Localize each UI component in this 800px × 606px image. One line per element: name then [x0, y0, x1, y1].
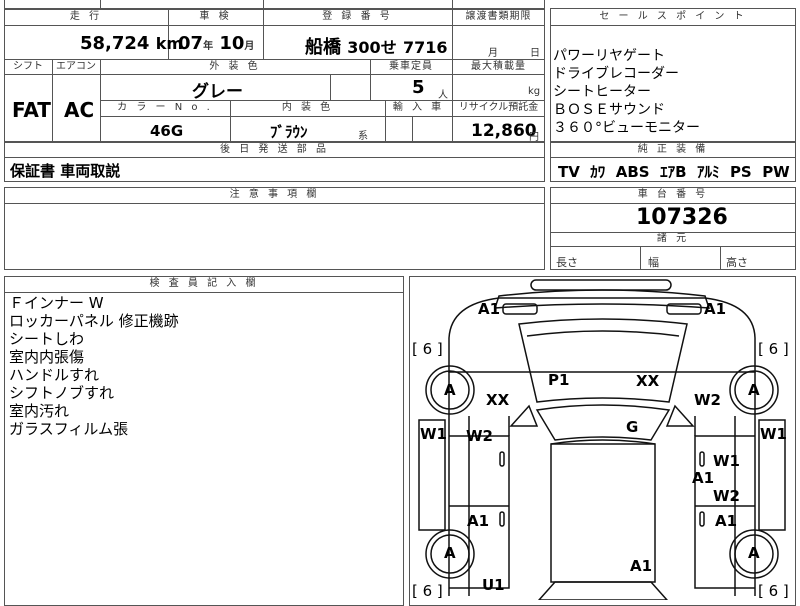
mileage-header: 走 行 [69, 11, 103, 22]
mark-a1-rd2: A1 [715, 512, 738, 530]
dimensions-header: 諸 元 [656, 233, 690, 244]
aircon-header: エアコン [56, 61, 96, 72]
transfer-month-unit: 月 [488, 48, 498, 59]
top-clipped-strip [4, 0, 545, 10]
inspection-value: 07年 10月 [178, 33, 255, 54]
sales-points-header: セ ー ル ス ポ イ ン ト [599, 11, 747, 22]
max-load-header: 最大積載量 [471, 61, 526, 72]
tire-label-rr: [ 6 ] [758, 582, 789, 600]
note-line: シフトノブすれ [9, 384, 115, 402]
mark-w1-left: W1 [420, 425, 447, 443]
note-line: 室内汚れ [9, 402, 70, 420]
wheel-mark-fl: A [444, 381, 456, 399]
equip-item: TV [558, 163, 580, 181]
transfer-day-unit: 日 [530, 48, 540, 59]
registration-value: 船橋 300せ 7716 [305, 37, 448, 58]
note-line: 室内内張傷 [9, 348, 85, 366]
tire-label-fl: [ 6 ] [412, 340, 443, 358]
mark-xx-left: XX [486, 391, 510, 409]
later-parts-header: 後 日 発 送 部 品 [220, 144, 329, 155]
sales-points-list: パワーリヤゲート ドライブレコーダー シートヒーター ＢＯＳＥサウンド ３６０°… [553, 47, 700, 137]
recycle-header: リサイクル預託金 [458, 102, 539, 113]
note-line: ハンドルすれ [9, 366, 100, 384]
max-load-unit: kg [528, 86, 541, 97]
equip-item: ｶﾜ [590, 163, 606, 181]
inspection-header: 車 検 [199, 11, 232, 22]
color-no-header: カ ラ ー N o . [117, 102, 213, 113]
equipment-header: 純 正 装 備 [637, 144, 709, 155]
aircon-value: AC [64, 98, 95, 122]
chassis-header: 車 台 番 号 [637, 189, 709, 200]
note-line: ガラスフィルム張 [9, 420, 129, 438]
equip-item: ｴｱB [660, 163, 687, 181]
wheel-mark-rl: A [444, 544, 456, 562]
color-no-value: 46G [150, 122, 184, 140]
sales-point: パワーリヤゲート [553, 48, 665, 64]
later-parts-value: 保証書 車両取説 [10, 162, 121, 180]
mark-a1-rd: A1 [692, 469, 715, 487]
interior-color-suffix: 系 [358, 131, 368, 142]
sales-point: ３６０°ビューモニター [553, 120, 700, 136]
dim-height: 高さ [726, 256, 748, 269]
tire-label-rl: [ 6 ] [412, 582, 443, 600]
note-line: Ｆインナー W [9, 294, 104, 312]
recycle-value: 12,860 [471, 121, 537, 141]
equip-item: ｱﾙﾐ [696, 163, 720, 181]
mark-xx-top: XX [636, 372, 660, 390]
transfer-deadline-header: 譲渡書類期限 [465, 11, 532, 22]
exterior-color-value: グレー [192, 82, 243, 102]
mileage-value: 58,724 km [80, 33, 184, 54]
inspector-header: 検 査 員 記 入 欄 [149, 278, 259, 289]
registration-header: 登 録 番 号 [322, 11, 393, 22]
capacity-unit: 人 [438, 90, 448, 101]
equip-item: PS [729, 163, 752, 181]
wheel-mark-fr: A [748, 381, 760, 399]
mark-u1: U1 [482, 576, 505, 594]
cautions-header: 注 意 事 項 欄 [229, 189, 320, 200]
mark-a1-bottom: A1 [630, 557, 653, 575]
mark-a1-top-left: A1 [478, 300, 501, 318]
sales-point: シートヒーター [553, 84, 651, 100]
mark-w2-left: W2 [466, 427, 493, 445]
mark-a1-top-right: A1 [704, 300, 727, 318]
mark-p1: P1 [548, 371, 570, 389]
note-line: シートしわ [9, 330, 85, 348]
mark-g: G [626, 418, 639, 436]
mark-w1-rd: W1 [713, 452, 740, 470]
recycle-unit: 円 [529, 132, 539, 143]
import-header: 輸 入 車 [392, 102, 445, 113]
inspector-notes-list: Ｆインナー W ロッカーパネル 修正機跡 シートしわ 室内内張傷 ハンドルすれ … [9, 294, 179, 438]
tire-label-fr: [ 6 ] [758, 340, 789, 358]
equip-item: PW [762, 163, 790, 181]
mark-w1-right: W1 [760, 425, 787, 443]
sales-point: ＢＯＳＥサウンド [553, 102, 665, 118]
mark-a1-ld: A1 [467, 512, 490, 530]
shift-header: シフト [13, 61, 43, 72]
capacity-header: 乗車定員 [389, 61, 433, 72]
equipment-list: TV ｶﾜ ABS ｴｱB ｱﾙﾐ PS PW [558, 161, 790, 182]
dim-width: 幅 [648, 256, 659, 269]
equip-item: ABS [615, 163, 650, 181]
interior-color-value: ﾌﾞﾗｳﾝ [270, 123, 308, 141]
note-line: ロッカーパネル 修正機跡 [9, 312, 179, 330]
dim-length: 長さ [556, 256, 578, 269]
chassis-value: 107326 [636, 205, 728, 230]
shift-value: FAT [12, 98, 51, 122]
interior-color-header: 内 装 色 [281, 102, 334, 113]
wheel-mark-rr: A [748, 544, 760, 562]
sales-point: ドライブレコーダー [553, 66, 679, 82]
exterior-color-header: 外 装 色 [209, 61, 261, 72]
capacity-value: 5 [412, 77, 425, 98]
mark-w2-rd2: W2 [713, 487, 740, 505]
mark-w2-right: W2 [694, 391, 721, 409]
